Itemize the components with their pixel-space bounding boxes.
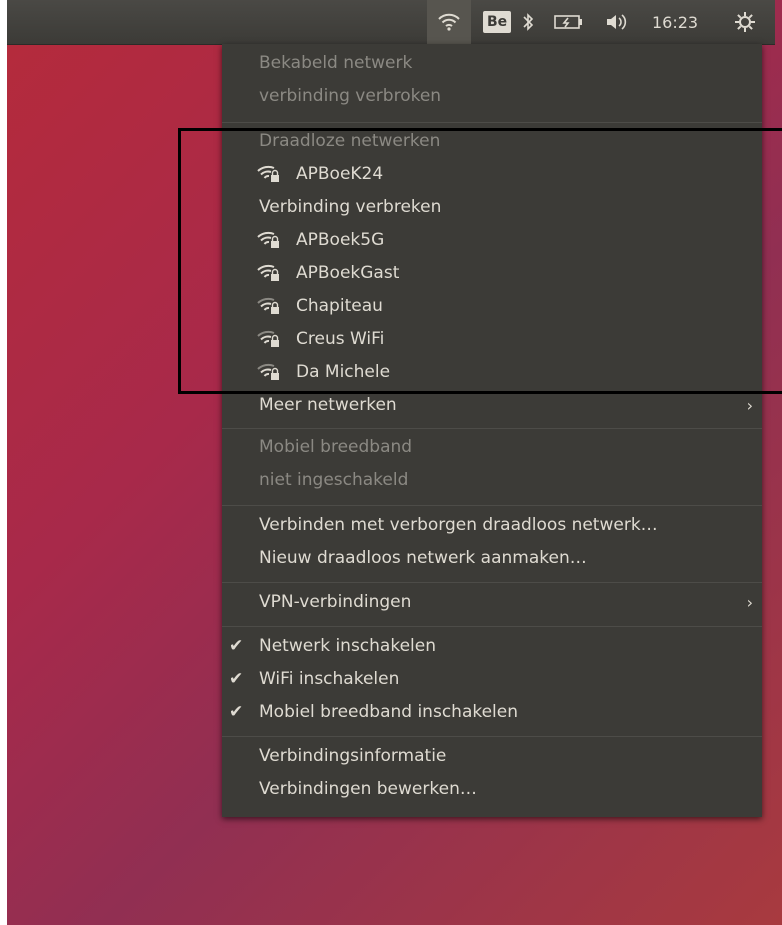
enable-network-label: Netwerk inschakelen — [259, 636, 436, 656]
wifi-network-item[interactable]: Da Michele — [222, 356, 762, 389]
chevron-right-icon: › — [746, 593, 753, 612]
chevron-right-icon: › — [746, 396, 753, 415]
enable-mobile-broadband-toggle[interactable]: ✔ Mobiel breedband inschakelen — [222, 696, 762, 729]
create-new-network-label: Nieuw draadloos netwerk aanmaken… — [259, 548, 587, 568]
wifi-secure-icon — [257, 297, 279, 314]
wifi-network-name: APBoek5G — [296, 230, 385, 250]
checkmark-icon: ✔ — [229, 702, 244, 722]
mobile-broadband-status: niet ingeschakeld — [222, 464, 762, 497]
wifi-secure-icon — [257, 330, 279, 347]
gear-icon — [735, 12, 755, 32]
volume-indicator[interactable] — [605, 0, 631, 44]
menu-separator — [222, 626, 762, 627]
wifi-network-item[interactable]: Creus WiFi — [222, 323, 762, 356]
menu-separator — [222, 582, 762, 583]
enable-network-toggle[interactable]: ✔ Netwerk inschakelen — [222, 630, 762, 663]
connect-hidden-network-item[interactable]: Verbinden met verborgen draadloos netwer… — [222, 509, 762, 542]
wireless-networks-header: Draadloze netwerken — [222, 125, 762, 158]
wifi-secure-icon — [257, 363, 279, 380]
keyboard-layout-indicator[interactable]: Be — [483, 0, 512, 44]
checkmark-icon: ✔ — [229, 669, 244, 689]
vpn-connections-label: VPN-verbindingen — [259, 592, 412, 612]
clock[interactable]: 16:23 — [652, 0, 698, 44]
disconnect-label: Verbinding verbreken — [259, 197, 442, 217]
enable-wifi-toggle[interactable]: ✔ WiFi inschakelen — [222, 663, 762, 696]
top-panel: Be 16:23 — [7, 0, 775, 45]
wifi-network-name: APBoekGast — [296, 263, 400, 283]
connection-info-label: Verbindingsinformatie — [259, 746, 447, 766]
wifi-network-name: Da Michele — [296, 362, 391, 382]
menu-separator — [222, 428, 762, 429]
enable-mobile-broadband-label: Mobiel breedband inschakelen — [259, 702, 519, 722]
wifi-secure-icon — [257, 264, 279, 281]
edit-connections-label: Verbindingen bewerken… — [259, 779, 477, 799]
network-indicator[interactable] — [427, 0, 471, 44]
wifi-secure-icon — [257, 165, 279, 182]
wifi-secure-icon — [257, 231, 279, 248]
vpn-connections-item[interactable]: VPN-verbindingen › — [222, 586, 762, 619]
bluetooth-indicator[interactable] — [522, 0, 534, 44]
wifi-icon — [438, 13, 460, 31]
menu-separator — [222, 122, 762, 123]
wifi-network-item[interactable]: Chapiteau — [222, 290, 762, 323]
wifi-network-item[interactable]: APBoekGast — [222, 257, 762, 290]
wired-network-status-label: verbinding verbroken — [259, 86, 442, 106]
speaker-icon — [607, 14, 627, 30]
connection-info-item[interactable]: Verbindingsinformatie — [222, 740, 762, 773]
menu-separator — [222, 736, 762, 737]
menu-separator — [222, 505, 762, 506]
edit-connections-item[interactable]: Verbindingen bewerken… — [222, 773, 762, 806]
battery-indicator[interactable] — [554, 0, 584, 44]
wireless-networks-header-label: Draadloze netwerken — [259, 131, 441, 151]
mobile-broadband-status-label: niet ingeschakeld — [259, 470, 409, 490]
disconnect-item[interactable]: Verbinding verbreken — [222, 191, 762, 224]
create-new-network-item[interactable]: Nieuw draadloos netwerk aanmaken… — [222, 542, 762, 575]
mobile-broadband-header-label: Mobiel breedband — [259, 437, 413, 457]
network-menu: Bekabeld netwerk verbinding verbroken Dr… — [222, 44, 762, 817]
connect-hidden-network-label: Verbinden met verborgen draadloos netwer… — [259, 515, 658, 535]
enable-wifi-label: WiFi inschakelen — [259, 669, 400, 689]
mobile-broadband-header: Mobiel breedband — [222, 431, 762, 464]
wired-network-header-label: Bekabeld netwerk — [259, 53, 413, 73]
wifi-network-name: Chapiteau — [296, 296, 383, 316]
keyboard-layout-label: Be — [483, 11, 512, 33]
wired-network-status: verbinding verbroken — [222, 80, 762, 113]
wired-network-header: Bekabeld netwerk — [222, 47, 762, 80]
wifi-network-name: APBoeK24 — [296, 164, 384, 184]
more-networks-item[interactable]: Meer netwerken › — [222, 389, 762, 422]
more-networks-label: Meer netwerken — [259, 395, 397, 415]
checkmark-icon: ✔ — [229, 636, 244, 656]
wifi-network-item[interactable]: APBoek5G — [222, 224, 762, 257]
wifi-network-name: Creus WiFi — [296, 329, 385, 349]
wifi-network-item[interactable]: APBoeK24 — [222, 158, 762, 191]
session-indicator[interactable] — [734, 0, 756, 44]
battery-icon — [554, 15, 582, 29]
bluetooth-icon — [523, 13, 534, 31]
